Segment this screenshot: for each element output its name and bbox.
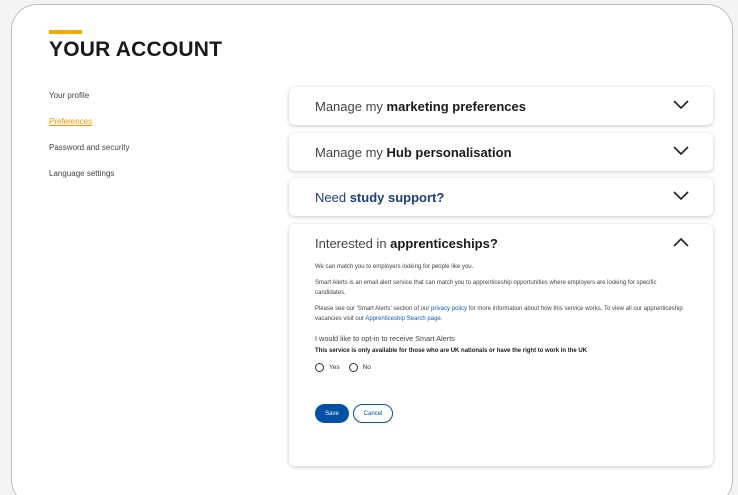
opt-in-radio-group: Yes No bbox=[315, 363, 687, 372]
chevron-down-icon bbox=[673, 191, 689, 201]
accordion-header-hub[interactable]: Manage my Hub personalisation bbox=[289, 133, 713, 171]
no-radio[interactable] bbox=[348, 363, 358, 372]
accordion-header-study-support[interactable]: Need study support? bbox=[289, 178, 713, 216]
accordion-header-apprenticeships[interactable]: Interested in apprenticeships? bbox=[289, 224, 713, 262]
nav-item-preferences[interactable]: Preferences bbox=[49, 117, 129, 126]
accordion-marketing-preferences: Manage my marketing preferences bbox=[289, 87, 713, 125]
cancel-button[interactable]: Cancel bbox=[353, 404, 393, 423]
accordion-study-support: Need study support? bbox=[289, 178, 713, 216]
title-accent-bar bbox=[49, 30, 82, 34]
accordion-header-marketing[interactable]: Manage my marketing preferences bbox=[289, 87, 713, 125]
save-button[interactable]: Save bbox=[315, 404, 349, 423]
nav-item-password-and-security[interactable]: Password and security bbox=[49, 143, 129, 152]
chevron-up-icon bbox=[673, 237, 689, 247]
yes-radio-label: Yes bbox=[329, 364, 340, 371]
accordion-title: Interested in apprenticeships? bbox=[315, 235, 498, 251]
chevron-down-icon bbox=[673, 146, 689, 156]
chevron-down-icon bbox=[673, 100, 689, 110]
apprenticeship-search-link[interactable]: Apprenticeship Search page bbox=[365, 316, 440, 322]
opt-in-label: I would like to opt-in to receive Smart … bbox=[315, 334, 455, 343]
privacy-policy-link[interactable]: privacy policy bbox=[431, 306, 467, 312]
form-actions: Save Cancel bbox=[315, 404, 687, 423]
intro-text: We can match you to employers looking fo… bbox=[315, 264, 474, 270]
accordion-title: Manage my marketing preferences bbox=[315, 98, 526, 114]
accordion-body: We can match you to employers looking fo… bbox=[289, 262, 713, 423]
page-title: YOUR ACCOUNT bbox=[49, 38, 223, 61]
smart-alerts-text: Smart Alerts is an email alert service t… bbox=[315, 280, 657, 296]
eligibility-note: This service is only available for those… bbox=[315, 348, 588, 354]
accordion-title: Manage my Hub personalisation bbox=[315, 144, 512, 160]
accordion-title: Need study support? bbox=[315, 189, 445, 205]
accordion-apprenticeships: Interested in apprenticeships? We can ma… bbox=[289, 224, 713, 466]
nav-item-language-settings[interactable]: Language settings bbox=[49, 169, 129, 178]
yes-radio[interactable] bbox=[315, 363, 324, 372]
no-radio-label: No bbox=[362, 364, 371, 371]
privacy-paragraph: Please see our 'Smart Alerts' section of… bbox=[315, 306, 683, 322]
accordion-hub-personalisation: Manage my Hub personalisation bbox=[289, 133, 713, 171]
nav-item-your-profile[interactable]: Your profile bbox=[49, 91, 129, 100]
account-nav: Your profile Preferences Password and se… bbox=[49, 91, 129, 195]
